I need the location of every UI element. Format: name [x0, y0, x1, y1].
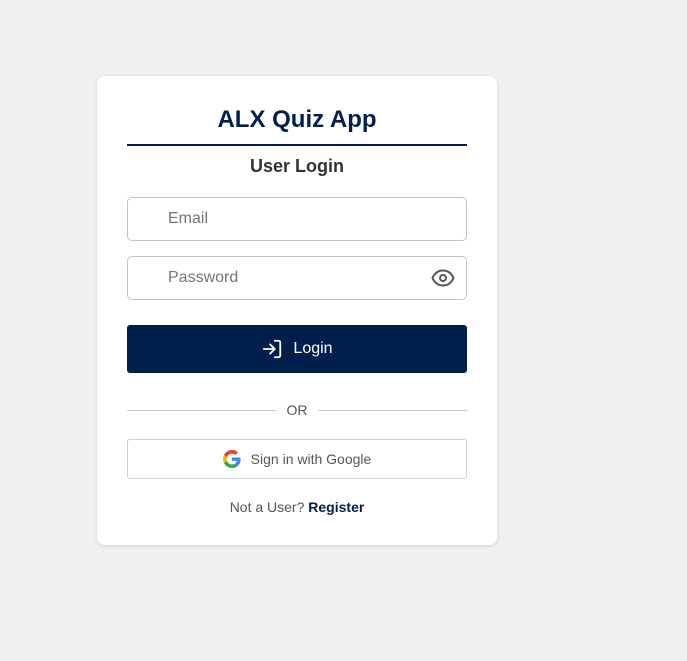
- register-prompt-text: Not a User?: [229, 499, 305, 515]
- register-prompt: Not a User? Register: [127, 498, 467, 516]
- register-link[interactable]: Register: [308, 499, 364, 515]
- login-button[interactable]: Login: [127, 325, 467, 373]
- google-signin-button[interactable]: Sign in with Google: [127, 439, 467, 479]
- eye-icon: [431, 269, 455, 287]
- title-divider: [127, 144, 467, 146]
- google-logo-icon: [222, 450, 241, 468]
- or-text: OR: [286, 402, 308, 418]
- app-title: ALX Quiz App: [217, 106, 377, 133]
- login-arrow-icon: [261, 338, 283, 360]
- page-subtitle: User Login: [249, 156, 344, 176]
- divider-line-left: [127, 410, 276, 411]
- email-input[interactable]: [128, 198, 466, 240]
- google-signin-label: Sign in with Google: [250, 451, 372, 467]
- divider-line-right: [318, 410, 467, 411]
- password-field: [127, 256, 467, 300]
- email-field: [127, 197, 467, 241]
- login-card: ALX Quiz App User Login Login OR: [97, 76, 497, 545]
- login-button-label: Login: [293, 340, 333, 357]
- password-input[interactable]: [128, 257, 466, 299]
- or-divider: OR: [127, 402, 467, 418]
- show-password-toggle[interactable]: [430, 266, 456, 290]
